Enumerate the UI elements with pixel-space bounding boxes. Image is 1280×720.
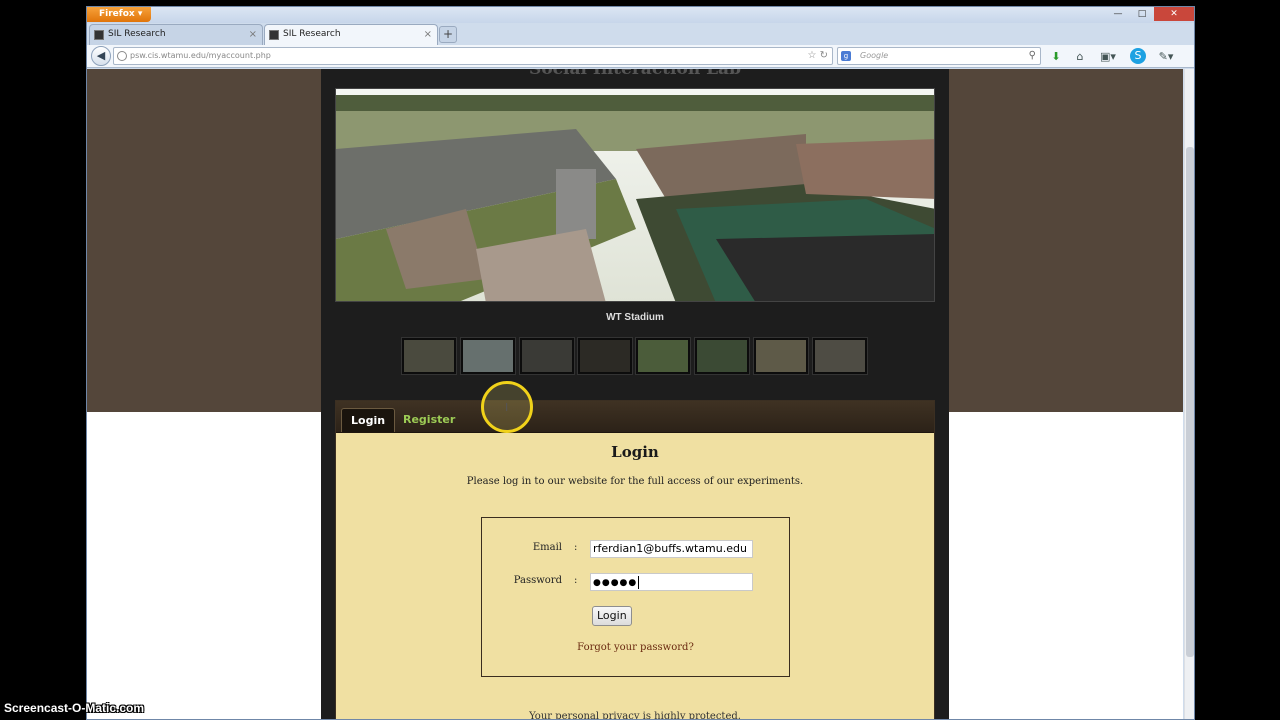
auth-panel: Login Register Login Please log in to ou… [335, 400, 935, 720]
scrollbar-thumb[interactable] [1186, 147, 1194, 657]
tab-register[interactable]: Register [394, 408, 464, 432]
screen: Firefox ▾ — □ ✕ SIL Research × SIL Resea… [0, 0, 1280, 720]
tab-title: SIL Research [283, 29, 341, 39]
slideshow-thumbnail[interactable] [461, 338, 515, 374]
slideshow-thumbnail[interactable] [402, 338, 456, 374]
url-text[interactable]: psw.cis.wtamu.edu/myaccount.php [130, 48, 271, 64]
email-field[interactable]: rferdian1@buffs.wtamu.edu [590, 540, 753, 558]
login-button[interactable]: Login [592, 606, 632, 626]
url-actions: ☆ ↻ [807, 48, 828, 64]
stadium-photo [336, 89, 934, 301]
menu-icon[interactable]: ✎▾ [1157, 48, 1175, 65]
slideshow-image[interactable] [335, 88, 935, 302]
thumbnail-strip [402, 338, 872, 374]
login-form: Email : rferdian1@buffs.wtamu.edu Passwo… [481, 517, 790, 677]
browser-tab-1[interactable]: SIL Research × [89, 24, 263, 45]
password-value: ●●●●● [593, 578, 638, 588]
tab-title: SIL Research [108, 29, 166, 39]
back-icon[interactable]: ◀ [91, 46, 111, 66]
email-colon: : [574, 542, 578, 553]
browser-window: Firefox ▾ — □ ✕ SIL Research × SIL Resea… [86, 6, 1195, 720]
search-engine-icon[interactable]: g [841, 51, 851, 61]
firefox-menu-button[interactable]: Firefox ▾ [87, 7, 151, 22]
password-colon: : [574, 575, 578, 586]
slideshow-thumbnail[interactable] [754, 338, 808, 374]
close-tab-icon[interactable]: × [424, 25, 432, 44]
star-icon[interactable]: ☆ [807, 50, 816, 61]
login-heading: Login [611, 443, 659, 461]
reload-icon[interactable]: ↻ [820, 50, 828, 61]
bookmarks-icon[interactable]: ▣▾ [1099, 48, 1117, 65]
title-bar: Firefox ▾ — □ ✕ [87, 7, 1194, 23]
slideshow-thumbnail[interactable] [520, 338, 574, 374]
minimize-icon[interactable]: — [1106, 7, 1130, 21]
firefox-button-label: Firefox [99, 9, 135, 19]
navigation-toolbar: ◀ psw.cis.wtamu.edu/myaccount.php ☆ ↻ g … [87, 45, 1194, 68]
slideshow-thumbnail[interactable] [636, 338, 690, 374]
favicon-icon [269, 30, 279, 40]
auth-tab-strip: Login Register [336, 401, 934, 433]
password-field[interactable]: ●●●●● [590, 573, 753, 591]
search-icon[interactable]: ⚲ [1029, 48, 1036, 64]
site-title: Social Interaction Lab [529, 69, 741, 79]
close-tab-icon[interactable]: × [249, 25, 257, 44]
recorder-watermark: Screencast-O-Matic.com [4, 701, 145, 715]
search-bar[interactable]: g Google ⚲ [837, 47, 1041, 65]
login-intro-text: Please log in to our website for the ful… [466, 476, 804, 487]
slideshow-thumbnail[interactable] [578, 338, 632, 374]
search-placeholder: Google [860, 51, 889, 60]
browser-tab-2[interactable]: SIL Research × [264, 24, 438, 45]
slideshow-thumbnail[interactable] [813, 338, 867, 374]
forgot-password-link[interactable]: Forgot your password? [482, 642, 789, 653]
maximize-icon[interactable]: □ [1130, 7, 1154, 21]
url-bar[interactable]: psw.cis.wtamu.edu/myaccount.php ☆ ↻ [113, 47, 833, 65]
page-scrollbar[interactable] [1184, 69, 1194, 719]
close-window-icon[interactable]: ✕ [1154, 7, 1194, 21]
content-column: Social Interaction Lab WT Stadium Login … [321, 69, 949, 720]
text-cursor-icon: I [505, 401, 509, 414]
slideshow-thumbnail[interactable] [695, 338, 749, 374]
text-caret [638, 575, 640, 589]
download-icon[interactable]: ⬇ [1047, 48, 1065, 65]
email-label: Email [532, 542, 562, 553]
slideshow-caption: WT Stadium [606, 312, 664, 323]
globe-icon [117, 51, 127, 61]
favicon-icon [94, 30, 104, 40]
home-icon[interactable]: ⌂ [1071, 48, 1089, 65]
page-viewport: Social Interaction Lab WT Stadium Login … [87, 69, 1183, 720]
window-controls: — □ ✕ [1106, 7, 1194, 21]
new-tab-button[interactable]: + [439, 26, 457, 43]
privacy-note: Your personal privacy is highly protecte… [529, 711, 741, 720]
tab-login[interactable]: Login [341, 408, 396, 432]
password-label: Password [513, 575, 562, 586]
skype-icon[interactable]: S [1130, 48, 1146, 64]
tab-bar: SIL Research × SIL Research × + [87, 23, 1194, 45]
